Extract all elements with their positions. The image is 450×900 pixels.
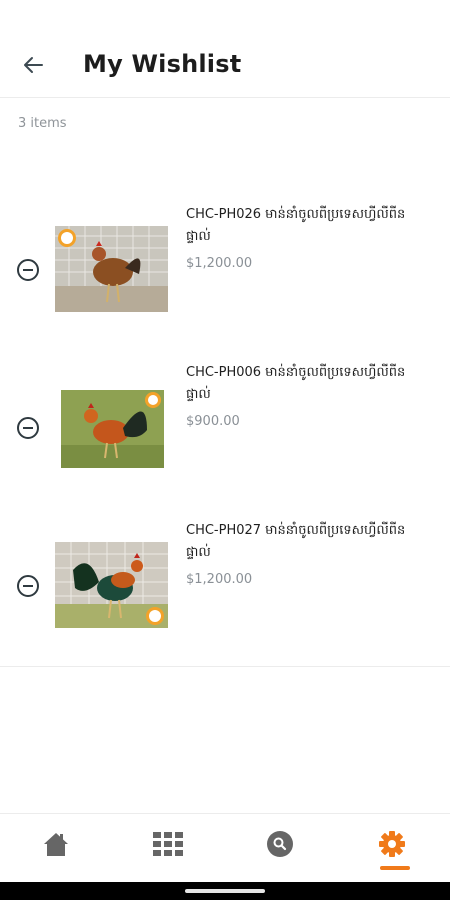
product-title[interactable]: CHC-PH026 មាន់នាំចូលពីប្រទេសហ្វីលីពីនផ្ទ… — [186, 204, 411, 248]
product-image[interactable] — [55, 226, 168, 312]
search-icon — [267, 831, 293, 857]
wishlist-list: CHC-PH026 មាន់នាំចូលពីប្រទេសហ្វីលីពីនផ្ទ… — [0, 190, 450, 664]
product-price: $900.00 — [186, 414, 240, 429]
minus-circle-icon — [17, 575, 39, 597]
home-icon — [44, 833, 68, 856]
product-image[interactable] — [61, 390, 164, 468]
app-header: My Wishlist — [0, 0, 450, 98]
system-navigation-bar — [0, 882, 450, 900]
tab-settings[interactable] — [336, 814, 448, 883]
bottom-tab-bar — [0, 813, 450, 882]
tab-home[interactable] — [0, 814, 112, 883]
back-button[interactable] — [18, 50, 48, 80]
product-price: $1,200.00 — [186, 256, 253, 271]
wishlist-item[interactable]: CHC-PH027 មាន់នាំចូលពីប្រទេសហ្វីលីពីនផ្ទ… — [0, 506, 450, 664]
page-title: My Wishlist — [83, 50, 242, 78]
product-title[interactable]: CHC-PH027 មាន់នាំចូលពីប្រទេសហ្វីលីពីនផ្ទ… — [186, 520, 411, 564]
remove-item-button[interactable] — [16, 258, 40, 282]
item-count: 3 items — [18, 116, 67, 131]
product-price: $1,200.00 — [186, 572, 253, 587]
wishlist-item[interactable]: CHC-PH026 មាន់នាំចូលពីប្រទេសហ្វីលីពីនផ្ទ… — [0, 190, 450, 348]
grid-icon — [153, 832, 183, 856]
product-title[interactable]: CHC-PH006 មាន់នាំចូលពីប្រទេសហ្វីលីពីនផ្ទ… — [186, 362, 411, 406]
active-tab-indicator — [380, 866, 410, 870]
product-image[interactable] — [55, 542, 168, 628]
gear-icon — [379, 831, 405, 857]
remove-item-button[interactable] — [16, 416, 40, 440]
minus-circle-icon — [17, 417, 39, 439]
remove-item-button[interactable] — [16, 574, 40, 598]
tab-categories[interactable] — [112, 814, 224, 883]
home-gesture-handle[interactable] — [185, 889, 265, 893]
list-divider — [0, 666, 450, 667]
wishlist-item[interactable]: CHC-PH006 មាន់នាំចូលពីប្រទេសហ្វីលីពីនផ្ទ… — [0, 348, 450, 506]
arrow-left-icon — [24, 57, 43, 73]
tab-search[interactable] — [224, 814, 336, 883]
minus-circle-icon — [17, 259, 39, 281]
